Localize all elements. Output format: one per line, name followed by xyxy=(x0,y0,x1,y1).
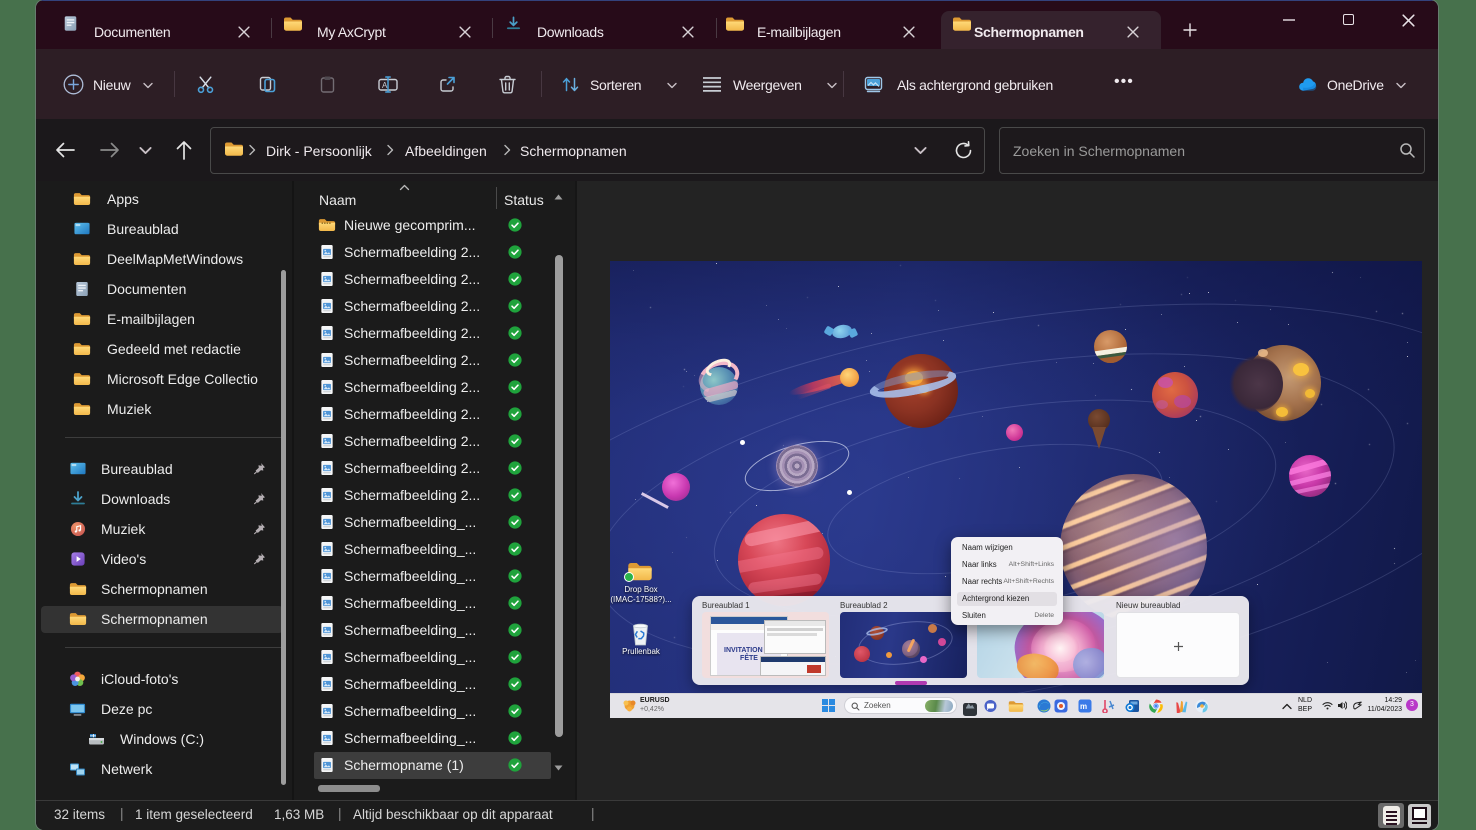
svg-text:m: m xyxy=(1080,702,1087,711)
svg-text:A: A xyxy=(382,81,388,90)
